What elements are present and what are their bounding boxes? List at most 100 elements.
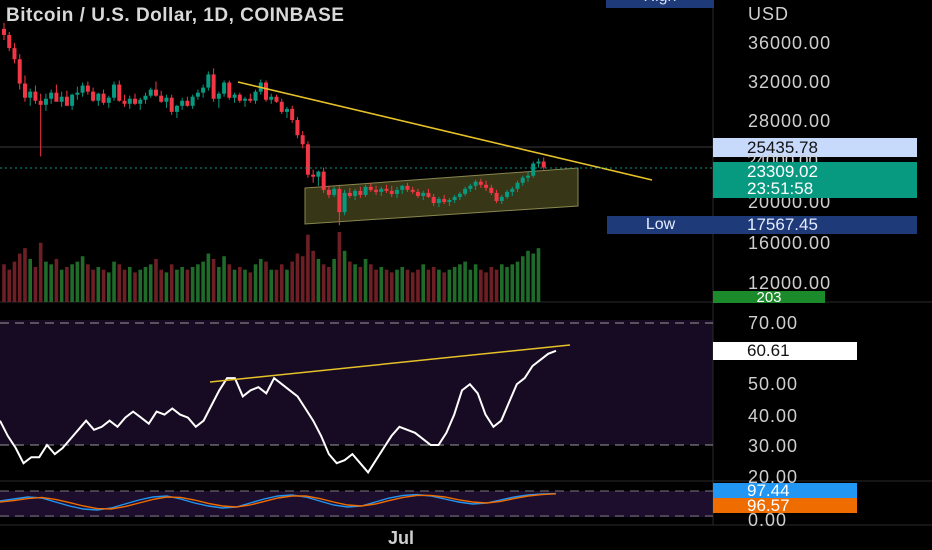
candle-body bbox=[332, 188, 337, 195]
candle-body bbox=[164, 97, 169, 102]
volume-bar bbox=[80, 256, 85, 302]
volume-bar bbox=[389, 272, 394, 302]
volume-bar bbox=[327, 267, 331, 302]
volume-bar bbox=[531, 253, 536, 302]
price-tick-label: 36000.00 bbox=[748, 33, 832, 53]
volume-bar bbox=[75, 261, 80, 302]
volume-bar bbox=[148, 264, 153, 302]
candle-body bbox=[499, 196, 504, 201]
candle-body bbox=[531, 163, 536, 176]
candle-body bbox=[174, 105, 179, 112]
volume-bar bbox=[463, 261, 467, 302]
candle-body bbox=[2, 28, 6, 35]
volume-bar bbox=[54, 258, 59, 302]
candle-body bbox=[85, 85, 90, 92]
candle-body bbox=[321, 171, 326, 190]
volume-bar bbox=[91, 269, 95, 302]
candle-body bbox=[206, 74, 211, 88]
candle-body bbox=[342, 192, 347, 213]
volume-bar bbox=[290, 261, 294, 302]
volume-bar bbox=[253, 264, 258, 302]
volume-bar bbox=[217, 267, 221, 302]
candle-body bbox=[64, 96, 69, 106]
volume-bar bbox=[33, 267, 38, 302]
candle-body bbox=[421, 192, 426, 196]
candle-body bbox=[431, 196, 436, 204]
volume-bar bbox=[306, 234, 310, 302]
last-price-tag: 23309.02 23:51:58 bbox=[713, 162, 917, 198]
candle-body bbox=[337, 188, 342, 213]
volume-bar bbox=[442, 272, 446, 302]
volume-bar bbox=[238, 267, 242, 302]
high-label-chip: High bbox=[606, 0, 714, 8]
candle-body bbox=[478, 181, 483, 185]
volume-bar bbox=[138, 269, 143, 302]
volume-bar bbox=[164, 272, 169, 302]
candle-body bbox=[49, 92, 54, 99]
candle-body bbox=[368, 186, 373, 190]
candle-body bbox=[489, 187, 494, 193]
volume-bar bbox=[484, 272, 488, 302]
candle-body bbox=[326, 189, 331, 195]
volume-bar bbox=[500, 264, 504, 302]
volume-bar bbox=[127, 267, 132, 302]
volume-bar bbox=[431, 267, 436, 302]
candle-body bbox=[358, 190, 363, 195]
candle-body bbox=[70, 94, 75, 106]
candle-body bbox=[316, 171, 321, 177]
candle-body bbox=[463, 188, 468, 194]
volume-bar bbox=[112, 261, 116, 302]
candle-body bbox=[180, 100, 185, 106]
volume-bar bbox=[159, 269, 163, 302]
candle-body bbox=[305, 144, 310, 175]
candle-body bbox=[452, 196, 457, 200]
volume-bar bbox=[133, 272, 137, 302]
candle-body bbox=[395, 189, 399, 194]
candle-body bbox=[300, 135, 305, 145]
candle-body bbox=[442, 198, 447, 203]
volume-bar bbox=[122, 269, 127, 302]
volume-value-tag: 203 bbox=[713, 291, 825, 303]
volume-bar bbox=[70, 264, 74, 302]
candle-body bbox=[248, 98, 253, 101]
candle-body bbox=[311, 174, 316, 177]
volume-bar bbox=[65, 267, 69, 302]
candle-body bbox=[468, 185, 473, 189]
candle-body bbox=[237, 94, 242, 101]
volume-bar bbox=[536, 248, 541, 302]
rsi-band-background bbox=[0, 320, 713, 445]
volume-bar bbox=[353, 264, 357, 302]
candle-body bbox=[28, 91, 33, 98]
volume-bar bbox=[520, 256, 525, 302]
volume-bar bbox=[143, 267, 148, 302]
volume-bar bbox=[190, 267, 195, 302]
stoch-band-background bbox=[0, 491, 713, 517]
rsi-tick-label: 40.00 bbox=[748, 406, 799, 426]
volume-bar bbox=[175, 269, 179, 302]
candle-body bbox=[353, 190, 358, 196]
volume-bar bbox=[479, 269, 483, 302]
candle-body bbox=[75, 92, 80, 95]
candle-body bbox=[59, 96, 64, 102]
time-axis-label: Jul bbox=[388, 528, 415, 548]
candle-body bbox=[201, 87, 206, 93]
volume-bar bbox=[38, 242, 43, 302]
volume-bar bbox=[96, 267, 101, 302]
candle-body bbox=[190, 96, 195, 106]
candle-body bbox=[33, 91, 38, 101]
volume-bar bbox=[248, 272, 253, 302]
volume-bar bbox=[473, 264, 478, 302]
candle-body bbox=[54, 92, 59, 102]
candle-body bbox=[117, 84, 122, 101]
candle-body bbox=[426, 192, 431, 197]
candle-body bbox=[216, 93, 221, 99]
candle-body bbox=[505, 191, 510, 197]
candle-body bbox=[269, 96, 274, 100]
volume-bar bbox=[222, 256, 226, 302]
candle-body bbox=[232, 94, 237, 98]
volume-bar bbox=[505, 267, 509, 302]
volume-bar bbox=[7, 269, 12, 302]
candle-body bbox=[264, 82, 268, 100]
volume-bar bbox=[405, 269, 410, 302]
volume-bar bbox=[379, 267, 384, 302]
